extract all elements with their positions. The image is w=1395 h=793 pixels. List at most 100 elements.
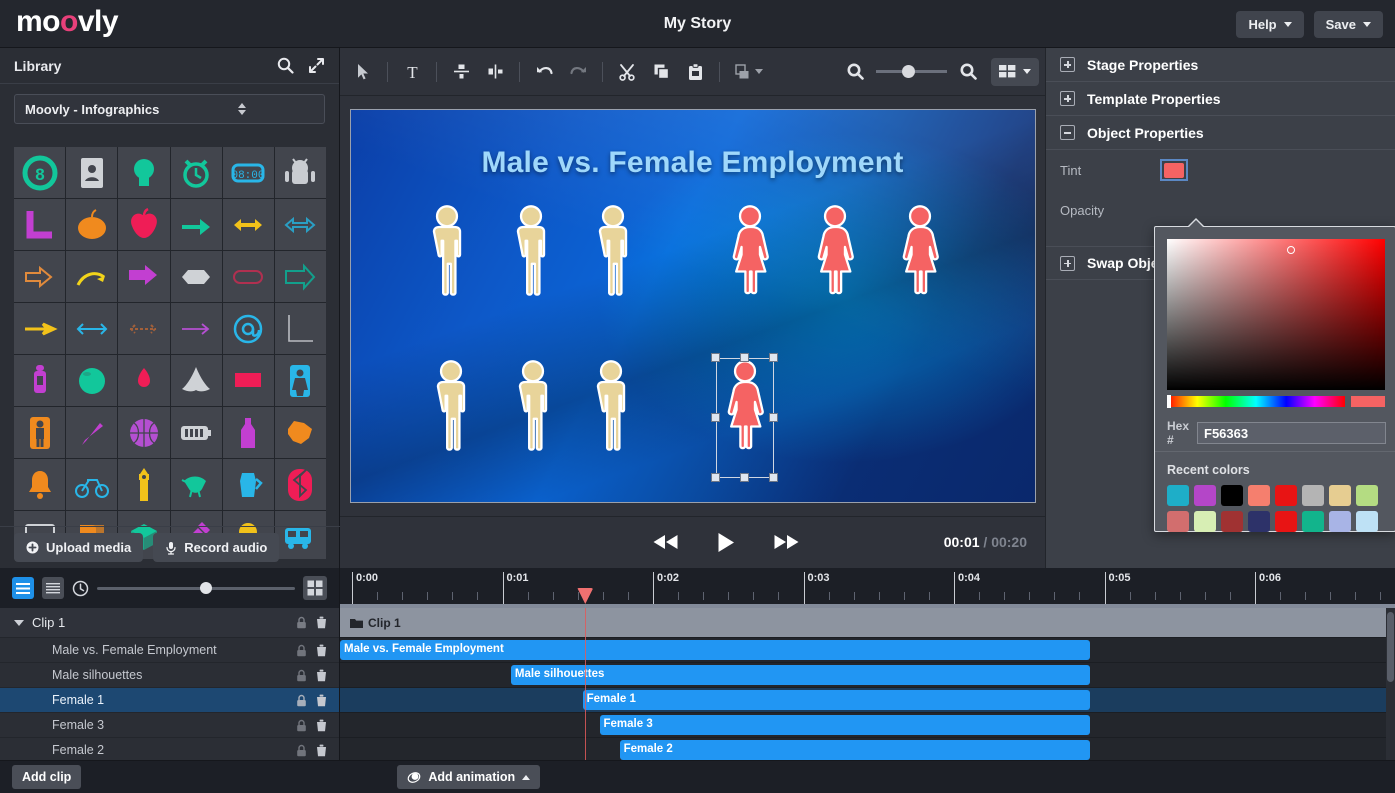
handle-bottom-left[interactable] <box>711 473 720 482</box>
recent-color-swatch[interactable] <box>1194 511 1216 532</box>
arrow-double-yellow-icon[interactable] <box>223 199 274 250</box>
recent-colors-grid[interactable] <box>1167 485 1385 532</box>
arrow-double-outline-icon[interactable] <box>275 199 326 250</box>
lock-icon[interactable] <box>291 694 311 707</box>
timeline-zoom-handle[interactable] <box>200 582 212 594</box>
timeline-tracks[interactable]: Clip 1 Male vs. Female Employment Male s… <box>340 608 1395 760</box>
timeline-clip-bar[interactable] <box>620 740 1090 760</box>
stage-properties-section[interactable]: Stage Properties <box>1046 48 1395 82</box>
female-restroom-sign-icon[interactable] <box>275 355 326 406</box>
library-category-select[interactable]: Moovly - Infographics <box>14 94 325 124</box>
arrow-thin-purple-icon[interactable] <box>171 303 222 354</box>
track-list-item[interactable]: Female 1 <box>0 688 339 713</box>
timeline-ruler[interactable]: 0:000:010:020:030:040:050:06 <box>340 568 1395 608</box>
male-figure[interactable] <box>424 195 470 310</box>
delete-icon[interactable] <box>311 744 331 757</box>
ball-teal-icon[interactable] <box>66 355 117 406</box>
timeline-track-row[interactable]: Male vs. Female Employment <box>340 638 1395 663</box>
handle-top-right[interactable] <box>769 353 778 362</box>
tint-color-swatch[interactable] <box>1160 159 1188 181</box>
track-list-item[interactable]: Male silhouettes <box>0 663 339 688</box>
lock-icon[interactable] <box>291 644 311 657</box>
recent-color-swatch[interactable] <box>1302 511 1324 532</box>
template-properties-section[interactable]: Template Properties <box>1046 82 1395 116</box>
digital-clock-icon[interactable]: 08:00 <box>223 147 274 198</box>
timeline-scrollbar[interactable] <box>1386 608 1395 760</box>
arrow-yellow-icon[interactable] <box>14 303 65 354</box>
female-figure[interactable] <box>812 195 858 310</box>
save-button[interactable]: Save <box>1314 11 1383 38</box>
delete-icon[interactable] <box>311 644 331 657</box>
female-figure[interactable] <box>727 195 773 310</box>
bird-icon[interactable] <box>171 459 222 510</box>
timeline-clip-group-row[interactable]: Clip 1 <box>340 608 1395 638</box>
at-sign-icon[interactable] <box>223 303 274 354</box>
billiard-ball-icon[interactable]: 8 <box>14 147 65 198</box>
track-list-item[interactable]: Male vs. Female Employment <box>0 638 339 663</box>
text-tool-icon[interactable]: T <box>395 57 429 87</box>
add-animation-button[interactable]: Add animation <box>397 765 540 789</box>
timeline-zoom-slider[interactable] <box>97 577 295 599</box>
banana-icon[interactable] <box>171 355 222 406</box>
arrow-double-brown-icon[interactable] <box>118 303 169 354</box>
lock-icon[interactable] <box>291 669 311 682</box>
recent-color-swatch[interactable] <box>1248 485 1270 506</box>
saturation-value-area[interactable] <box>1167 239 1385 390</box>
timeline-track-row[interactable]: Female 2 <box>340 738 1395 760</box>
lightbulb-icon[interactable] <box>118 147 169 198</box>
zoom-slider-handle[interactable] <box>902 65 915 78</box>
redo-tool-icon[interactable] <box>561 57 595 87</box>
track-group-clip-1[interactable]: Clip 1 <box>0 608 339 638</box>
select-tool-icon[interactable] <box>346 57 380 87</box>
align-vertical-tool-icon[interactable] <box>444 57 478 87</box>
handle-middle-left[interactable] <box>711 413 720 422</box>
bottle-icon[interactable] <box>223 407 274 458</box>
recent-color-swatch[interactable] <box>1248 511 1270 532</box>
copy-tool-icon[interactable] <box>644 57 678 87</box>
arrow-right-solid-icon[interactable] <box>171 199 222 250</box>
arrow-outline-orange-icon[interactable] <box>14 251 65 302</box>
lock-icon[interactable] <box>291 616 311 629</box>
bicycle-icon[interactable] <box>66 459 117 510</box>
flag-pink-icon[interactable] <box>223 355 274 406</box>
recent-color-swatch[interactable] <box>1356 485 1378 506</box>
list-view-icon[interactable] <box>12 577 34 599</box>
recent-color-swatch[interactable] <box>1275 485 1297 506</box>
hex-input[interactable] <box>1197 422 1386 444</box>
lock-icon[interactable] <box>291 744 311 757</box>
help-button[interactable]: Help <box>1236 11 1303 38</box>
male-figure[interactable] <box>428 350 474 465</box>
align-horizontal-tool-icon[interactable] <box>478 57 512 87</box>
delete-icon[interactable] <box>311 719 331 732</box>
cut-tool-icon[interactable] <box>610 57 644 87</box>
clip-bar[interactable]: Clip 1 <box>340 608 401 638</box>
bell-icon[interactable] <box>14 459 65 510</box>
timeline-track-row[interactable]: Female 1 <box>340 688 1395 713</box>
handle-middle-right[interactable] <box>769 413 778 422</box>
male-restroom-sign-icon[interactable] <box>14 407 65 458</box>
recent-color-swatch[interactable] <box>1356 511 1378 532</box>
baseball-bat-icon[interactable] <box>66 407 117 458</box>
bluetooth-icon[interactable] <box>275 459 326 510</box>
corner-angle-icon[interactable] <box>14 199 65 250</box>
play-icon[interactable] <box>717 532 735 553</box>
apple-icon[interactable] <box>118 199 169 250</box>
track-list-item[interactable]: Female 2 <box>0 738 339 760</box>
recent-color-swatch[interactable] <box>1329 511 1351 532</box>
male-figure[interactable] <box>590 195 636 310</box>
rounded-banner-outline-icon[interactable] <box>223 251 274 302</box>
stage-canvas[interactable]: Male vs. Female Employment <box>350 109 1036 503</box>
alarm-clock-icon[interactable] <box>171 147 222 198</box>
lock-icon[interactable] <box>291 719 311 732</box>
color-picker-popover[interactable]: Hex # Recent colors <box>1154 226 1395 532</box>
track-list-item[interactable]: Female 3 <box>0 713 339 738</box>
belgium-map-icon[interactable] <box>275 407 326 458</box>
handle-top-center[interactable] <box>740 353 749 362</box>
playhead-marker[interactable] <box>577 588 593 604</box>
timeline-track-row[interactable]: Male silhouettes <box>340 663 1395 688</box>
battery-icon[interactable] <box>171 407 222 458</box>
recent-color-swatch[interactable] <box>1167 485 1189 506</box>
blender-icon[interactable] <box>223 459 274 510</box>
search-icon[interactable] <box>277 57 294 74</box>
address-book-icon[interactable] <box>66 147 117 198</box>
